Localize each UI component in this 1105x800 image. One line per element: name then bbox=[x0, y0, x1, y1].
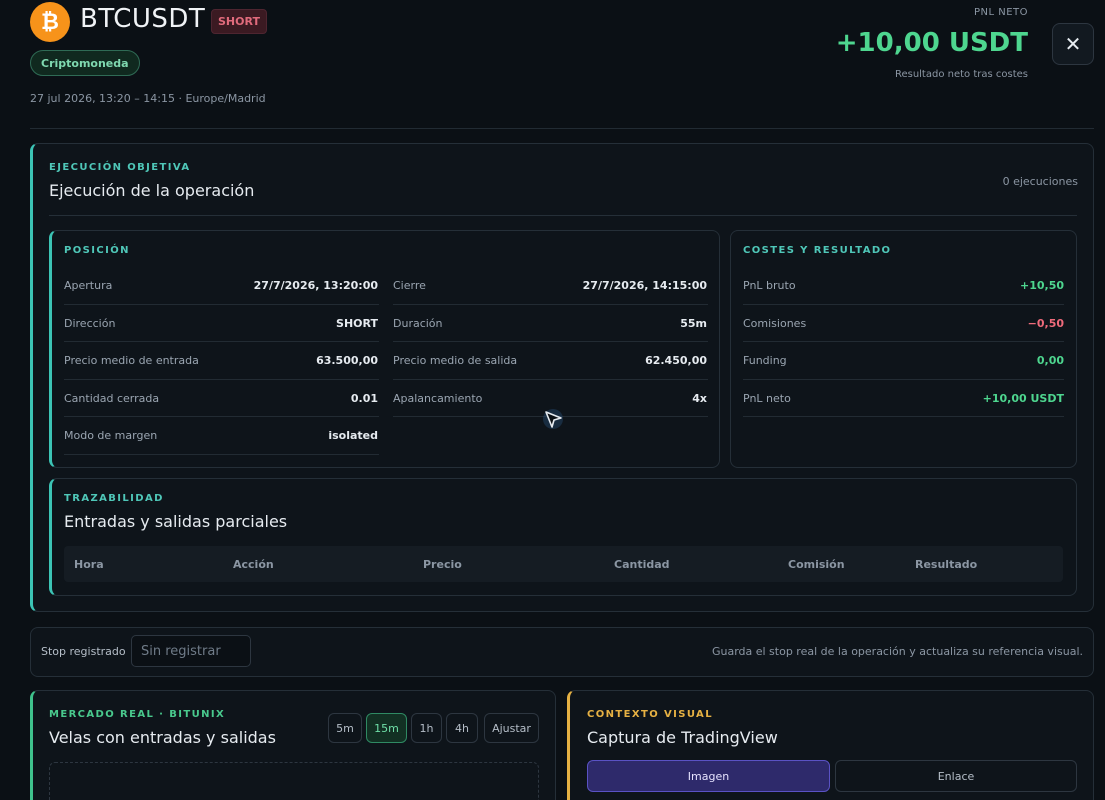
mouse-cursor-icon bbox=[542, 408, 566, 436]
row-divider bbox=[64, 341, 379, 342]
pnl-value: +10,00 USDT bbox=[835, 28, 1028, 58]
market-title: Velas con entradas y salidas bbox=[49, 728, 276, 747]
side-badge: SHORT bbox=[211, 9, 267, 34]
row-divider bbox=[393, 304, 708, 305]
column-header-comision[interactable]: Comisión bbox=[788, 558, 845, 571]
position-value: 0.01 bbox=[350, 392, 378, 405]
execution-divider bbox=[49, 215, 1077, 216]
column-header-hora[interactable]: Hora bbox=[74, 558, 104, 571]
visual-kicker: CONTEXTO VISUAL bbox=[587, 709, 713, 720]
stop-hint: Guarda el stop real de la operación y ac… bbox=[711, 645, 1083, 658]
timeframe-5m-button[interactable]: 5m bbox=[328, 713, 362, 743]
tab-imagen[interactable]: Imagen bbox=[587, 760, 830, 792]
position-value: SHORT bbox=[336, 317, 378, 330]
position-label: Dirección bbox=[64, 317, 116, 330]
pnl-label: PNL NETO bbox=[973, 7, 1028, 18]
row-divider bbox=[743, 379, 1064, 380]
bitcoin-logo-icon: ₿ bbox=[30, 2, 70, 42]
cost-label: Comisiones bbox=[743, 317, 807, 330]
position-kicker: POSICIÓN bbox=[64, 245, 130, 256]
position-value: 27/7/2026, 14:15:00 bbox=[582, 279, 707, 292]
execution-count: 0 ejecuciones bbox=[1002, 175, 1078, 188]
close-button[interactable]: ✕ bbox=[1052, 23, 1094, 65]
position-label: Cierre bbox=[393, 279, 426, 292]
trade-datetime: 27 jul 2026, 13:20 – 14:15 · Europe/Madr… bbox=[30, 92, 266, 105]
visual-title: Captura de TradingView bbox=[587, 728, 778, 747]
timeframe-4h-button[interactable]: 4h bbox=[446, 713, 478, 743]
cost-value: 0,00 bbox=[1036, 354, 1064, 367]
position-label: Modo de margen bbox=[64, 429, 158, 442]
cost-value: +10,50 bbox=[1019, 279, 1064, 292]
position-label: Apertura bbox=[64, 279, 113, 292]
cost-value: +10,00 USDT bbox=[982, 392, 1064, 405]
position-label: Precio medio de salida bbox=[393, 354, 518, 367]
cost-value: −0,50 bbox=[1027, 317, 1064, 330]
category-pill: Criptomoneda bbox=[30, 50, 140, 76]
timeframe-1h-button[interactable]: 1h bbox=[411, 713, 442, 743]
column-header-precio[interactable]: Precio bbox=[423, 558, 462, 571]
cost-label: Funding bbox=[743, 354, 787, 367]
pnl-subtitle: Resultado neto tras costes bbox=[894, 69, 1028, 80]
cost-label: PnL bruto bbox=[743, 279, 796, 292]
row-divider bbox=[743, 304, 1064, 305]
position-value: isolated bbox=[328, 429, 378, 442]
row-divider bbox=[393, 341, 708, 342]
timeframe-15m-button[interactable]: 15m bbox=[366, 713, 407, 743]
costs-panel bbox=[730, 230, 1077, 468]
row-divider bbox=[743, 416, 1064, 417]
row-divider bbox=[64, 304, 379, 305]
symbol-title: BTCUSDT bbox=[80, 4, 206, 34]
cost-label: PnL neto bbox=[743, 392, 791, 405]
traceability-title: Entradas y salidas parciales bbox=[64, 512, 288, 531]
position-value: 55m bbox=[680, 317, 707, 330]
fit-chart-button[interactable]: Ajustar bbox=[484, 713, 539, 743]
traceability-kicker: TRAZABILIDAD bbox=[64, 493, 164, 504]
column-header-accion[interactable]: Acción bbox=[233, 558, 274, 571]
column-header-cantidad[interactable]: Cantidad bbox=[614, 558, 670, 571]
position-value: 62.450,00 bbox=[645, 354, 707, 367]
traceability-table-header bbox=[64, 546, 1063, 582]
position-value: 27/7/2026, 13:20:00 bbox=[253, 279, 378, 292]
position-value: 4x bbox=[692, 392, 707, 405]
close-icon: ✕ bbox=[1064, 32, 1082, 56]
stop-label: Stop registrado bbox=[41, 645, 126, 658]
row-divider bbox=[393, 379, 708, 380]
stop-input[interactable] bbox=[131, 635, 251, 667]
header-divider bbox=[30, 128, 1094, 129]
column-header-resultado[interactable]: Resultado bbox=[915, 558, 977, 571]
position-label: Apalancamiento bbox=[393, 392, 483, 405]
row-divider bbox=[743, 341, 1064, 342]
market-kicker: MERCADO REAL · BITUNIX bbox=[49, 709, 226, 720]
row-divider bbox=[64, 416, 379, 417]
execution-title: Ejecución de la operación bbox=[49, 181, 255, 200]
execution-kicker: EJECUCIÓN OBJETIVA bbox=[49, 162, 191, 173]
position-label: Duración bbox=[393, 317, 443, 330]
candlestick-chart-area[interactable] bbox=[49, 762, 539, 800]
costs-kicker: COSTES Y RESULTADO bbox=[743, 245, 892, 256]
position-label: Precio medio de entrada bbox=[64, 354, 199, 367]
position-label: Cantidad cerrada bbox=[64, 392, 160, 405]
position-value: 63.500,00 bbox=[316, 354, 378, 367]
row-divider bbox=[64, 454, 379, 455]
tab-enlace[interactable]: Enlace bbox=[835, 760, 1077, 792]
row-divider bbox=[64, 379, 379, 380]
